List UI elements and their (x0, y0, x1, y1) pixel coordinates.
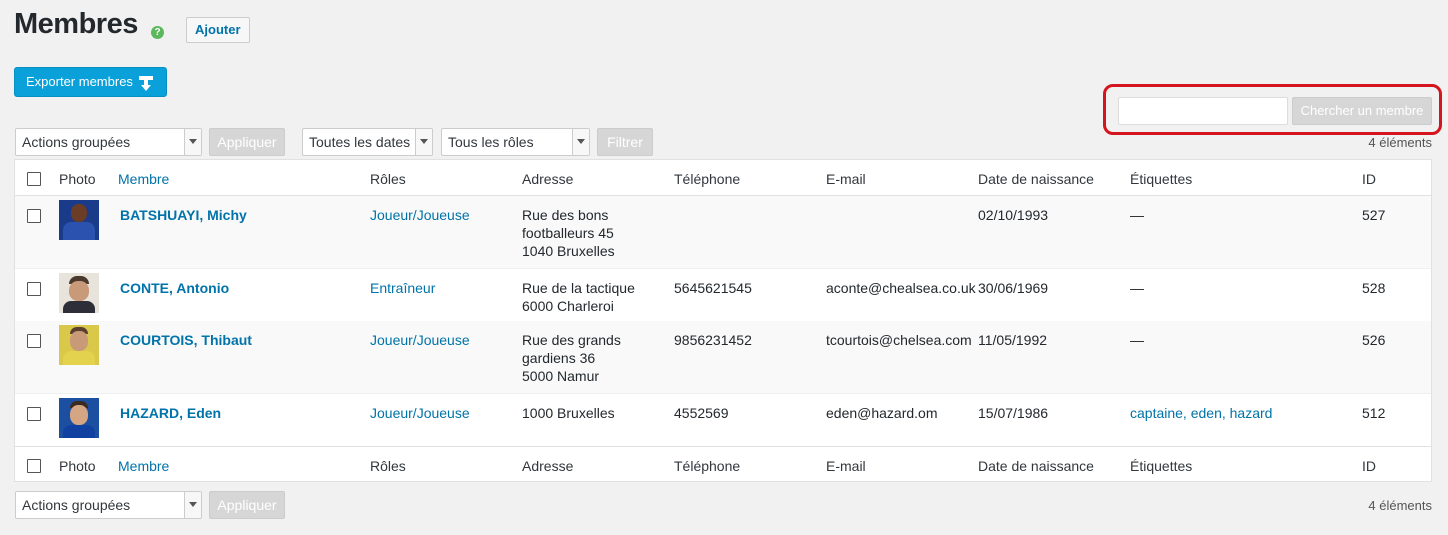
member-phone: 9856231452 (674, 332, 752, 348)
col-photo: Photo (59, 458, 96, 474)
export-label: Exporter membres (26, 74, 133, 89)
col-tags: Étiquettes (1130, 171, 1193, 187)
bulk-actions-select[interactable]: Actions groupées (15, 128, 202, 156)
table-row: BATSHUAYI, Michy Joueur/Joueuse Rue des … (15, 196, 1431, 268)
col-email: E-mail (826, 458, 866, 474)
row-checkbox[interactable] (27, 282, 41, 296)
add-member-button[interactable]: Ajouter (186, 17, 250, 43)
export-members-button[interactable]: Exporter membres (14, 67, 167, 97)
member-tags: — (1130, 280, 1144, 296)
bottom-apply-button[interactable]: Appliquer (209, 491, 285, 519)
col-photo: Photo (59, 171, 96, 187)
member-phone: 5645621545 (674, 280, 752, 296)
row-checkbox[interactable] (27, 407, 41, 421)
col-birthdate: Date de naissance (978, 458, 1094, 474)
member-address: Rue des bons footballeurs 45 1040 Bruxel… (522, 207, 615, 259)
search-input[interactable] (1118, 97, 1288, 125)
roles-value: Tous les rôles (448, 134, 534, 150)
table-footer: Photo Membre Rôles Adresse Téléphone E-m… (15, 446, 1431, 482)
member-email: tcourtois@chelsea.com (826, 332, 972, 348)
select-all-checkbox[interactable] (27, 172, 41, 186)
member-photo (59, 398, 99, 438)
col-birthdate: Date de naissance (978, 171, 1094, 187)
bottom-items-count: 4 éléments (1368, 498, 1432, 513)
member-email: eden@hazard.om (826, 405, 938, 421)
dates-select[interactable]: Toutes les dates (302, 128, 433, 156)
member-id: 526 (1362, 332, 1386, 348)
member-birthdate: 11/05/1992 (978, 332, 1048, 348)
col-tags: Étiquettes (1130, 458, 1193, 474)
filter-button[interactable]: Filtrer (597, 128, 653, 156)
apply-button[interactable]: Appliquer (209, 128, 285, 156)
member-role[interactable]: Joueur/Joueuse (370, 206, 470, 224)
member-role[interactable]: Joueur/Joueuse (370, 331, 470, 349)
member-birthdate: 02/10/1993 (978, 207, 1049, 223)
col-phone: Téléphone (674, 458, 741, 474)
member-birthdate: 30/06/1969 (978, 280, 1049, 296)
member-id: 512 (1362, 405, 1386, 421)
row-checkbox[interactable] (27, 209, 41, 223)
col-member[interactable]: Membre (118, 457, 169, 475)
member-tags[interactable]: captaine, eden, hazard (1130, 404, 1272, 422)
member-photo (59, 200, 99, 240)
chevron-down-icon (184, 129, 201, 155)
member-birthdate: 15/07/1986 (978, 405, 1049, 421)
member-email: aconte@chealsea.co.uk (826, 280, 976, 296)
member-tags: — (1130, 332, 1144, 348)
member-role[interactable]: Joueur/Joueuse (370, 404, 470, 422)
member-name[interactable]: HAZARD, Eden (120, 404, 221, 422)
search-member-button[interactable]: Chercher un membre (1292, 97, 1432, 125)
member-tags: — (1130, 207, 1144, 223)
bottom-bulk-actions-value: Actions groupées (22, 497, 131, 513)
member-address: Rue des grands gardiens 36 5000 Namur (522, 332, 621, 384)
col-email: E-mail (826, 171, 866, 187)
items-count: 4 éléments (1368, 135, 1432, 150)
bottom-bulk-actions-select[interactable]: Actions groupées (15, 491, 202, 519)
member-id: 528 (1362, 280, 1386, 296)
chevron-down-icon (415, 129, 432, 155)
chevron-down-icon (184, 492, 201, 518)
download-icon (139, 74, 153, 102)
col-member[interactable]: Membre (118, 170, 169, 188)
member-id: 527 (1362, 207, 1386, 223)
col-address: Adresse (522, 458, 574, 474)
roles-select[interactable]: Tous les rôles (441, 128, 590, 156)
table-row: CONTE, Antonio Entraîneur Rue de la tact… (15, 268, 1431, 321)
member-name[interactable]: COURTOIS, Thibaut (120, 331, 252, 349)
col-phone: Téléphone (674, 171, 741, 187)
members-table: Photo Membre Rôles Adresse Téléphone E-m… (14, 159, 1432, 482)
page-title: Membres (14, 8, 138, 40)
select-all-checkbox[interactable] (27, 459, 41, 473)
col-address: Adresse (522, 171, 574, 187)
member-address: Rue de la tactique 6000 Charleroi (522, 280, 635, 314)
member-address: 1000 Bruxelles (522, 405, 615, 421)
chevron-down-icon (572, 129, 589, 155)
col-roles: Rôles (370, 171, 406, 187)
help-icon[interactable]: ? (151, 26, 164, 39)
member-photo (59, 273, 99, 313)
col-id: ID (1362, 458, 1376, 474)
col-roles: Rôles (370, 458, 406, 474)
table-row: HAZARD, Eden Joueur/Joueuse 1000 Bruxell… (15, 393, 1431, 446)
member-name[interactable]: BATSHUAYI, Michy (120, 206, 247, 224)
member-name[interactable]: CONTE, Antonio (120, 279, 229, 297)
member-phone: 4552569 (674, 405, 729, 421)
table-row: COURTOIS, Thibaut Joueur/Joueuse Rue des… (15, 321, 1431, 393)
row-checkbox[interactable] (27, 334, 41, 348)
member-photo (59, 325, 99, 365)
table-header: Photo Membre Rôles Adresse Téléphone E-m… (15, 160, 1431, 196)
col-id: ID (1362, 171, 1376, 187)
bulk-actions-value: Actions groupées (22, 134, 131, 150)
dates-value: Toutes les dates (309, 134, 411, 150)
member-role[interactable]: Entraîneur (370, 279, 435, 297)
